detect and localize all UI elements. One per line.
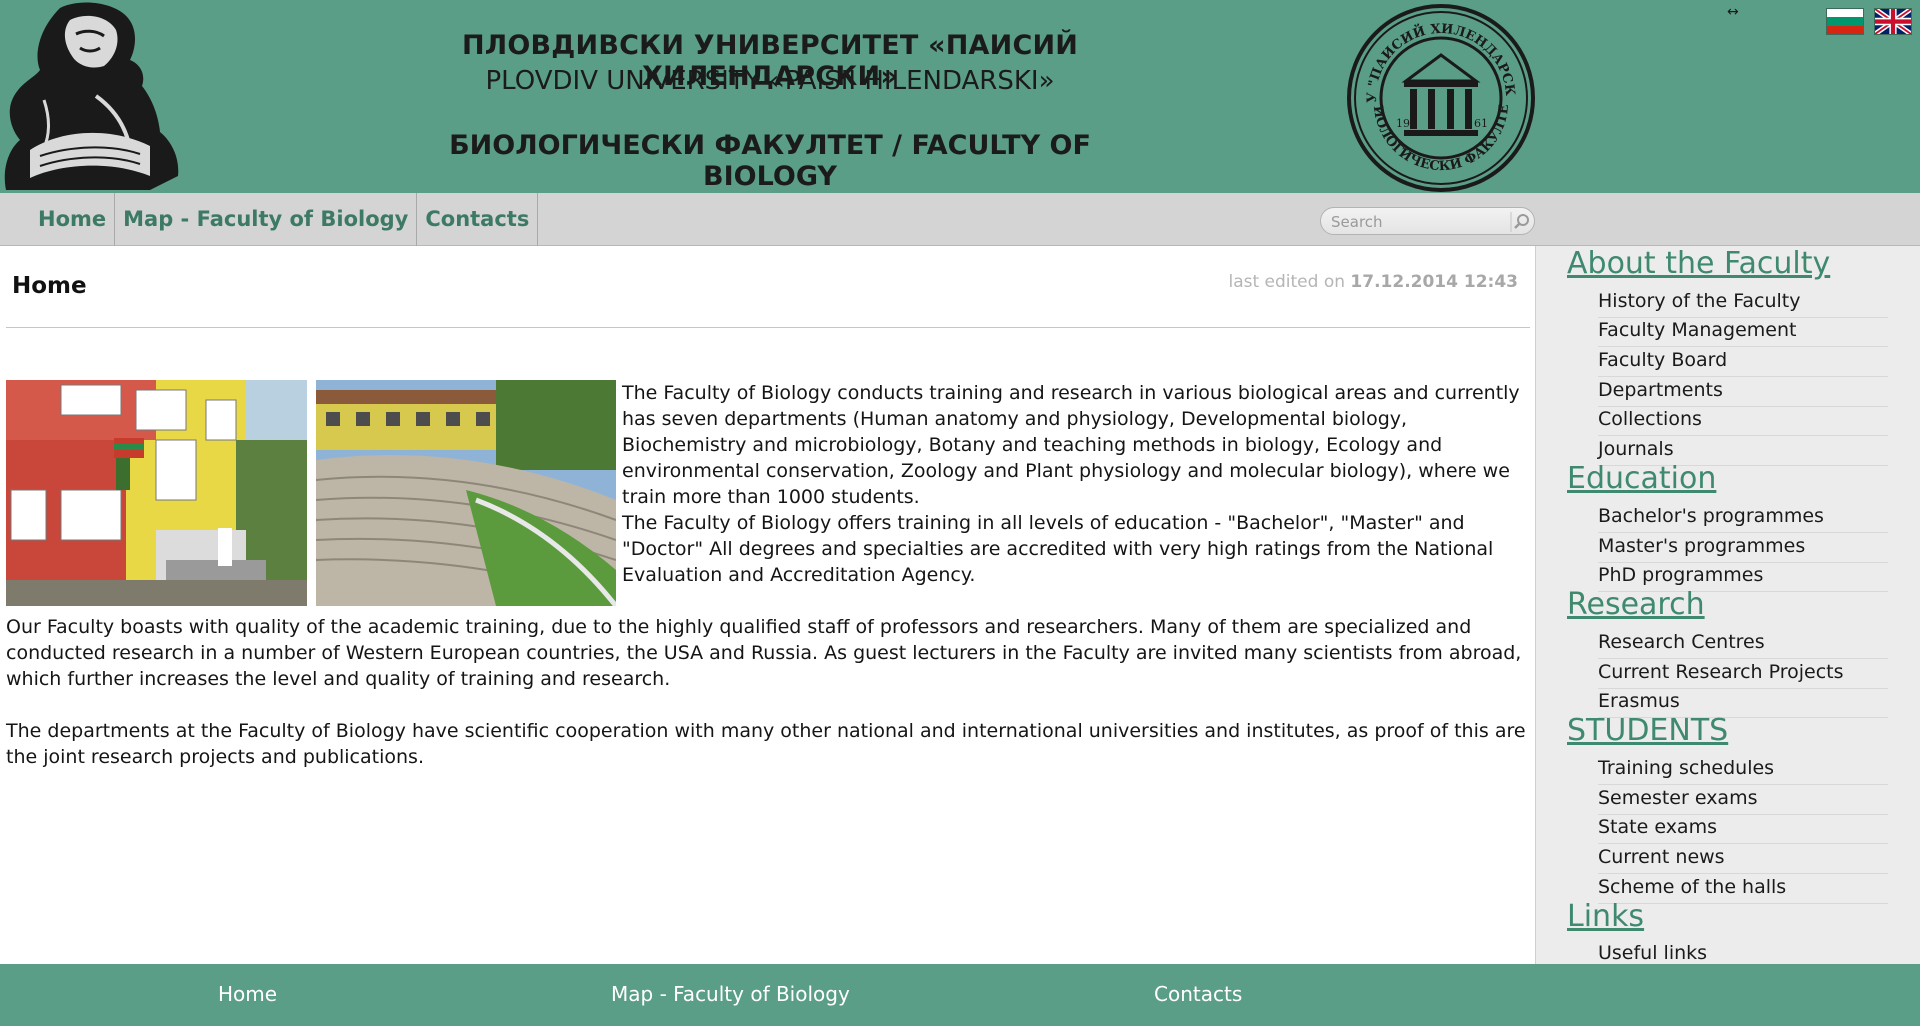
faculty-seal-icon: ПУ "ПАИСИЙ ХИЛЕНДАРСКИ" БИОЛОГИЧЕСКИ ФАК… <box>1346 3 1535 192</box>
quality-paragraph: Our Faculty boasts with quality of the a… <box>6 616 1522 690</box>
last-edited-prefix: last edited on <box>1228 272 1346 292</box>
footer-link-home[interactable]: Home <box>218 982 277 1006</box>
bulgarian-flag-icon[interactable] <box>1826 8 1864 35</box>
scholar-logo-icon[interactable] <box>0 0 190 193</box>
main-nav: Home Map - Faculty of Biology Contacts <box>0 193 1920 246</box>
sidebar-item-state-exams[interactable]: State exams <box>1598 814 1888 844</box>
resize-icon[interactable]: ↔ <box>1727 4 1739 20</box>
last-edited: last edited on 17.12.2014 12:43 <box>1228 272 1518 292</box>
svg-text:ПУ "ПАИСИЙ ХИЛЕНДАРСКИ": ПУ "ПАИСИЙ ХИЛЕНДАРСКИ" <box>1346 3 1517 103</box>
search-box <box>1320 207 1535 235</box>
sidebar-item-research-projects[interactable]: Current Research Projects <box>1598 659 1888 689</box>
page-title: Home <box>12 273 87 299</box>
university-title-en: PLOVDIV UNIVERSITY «PAISII HILENDARSKI» <box>485 66 1055 96</box>
nav-item-map[interactable]: Map - Faculty of Biology <box>115 193 418 246</box>
sidebar-item-bachelor[interactable]: Bachelor's programmes <box>1598 503 1888 533</box>
svg-text:19: 19 <box>1396 117 1410 130</box>
sidebar-item-management[interactable]: Faculty Management <box>1598 317 1888 347</box>
sidebar-section-links[interactable]: Links <box>1567 899 1644 934</box>
title-divider <box>6 327 1530 328</box>
sidebar-item-training-schedules[interactable]: Training schedules <box>1598 755 1888 785</box>
sidebar-section-students[interactable]: STUDENTS <box>1567 713 1728 748</box>
uk-flag-icon[interactable] <box>1874 8 1912 35</box>
footer-link-map[interactable]: Map - Faculty of Biology <box>611 982 850 1006</box>
sidebar-item-master[interactable]: Master's programmes <box>1598 533 1888 563</box>
footer-link-contacts[interactable]: Contacts <box>1154 982 1242 1006</box>
nav-item-contacts[interactable]: Contacts <box>417 193 539 246</box>
nav-item-home[interactable]: Home <box>30 193 116 246</box>
sidebar-item-semester-exams[interactable]: Semester exams <box>1598 785 1888 815</box>
sidebar-item-research-centres[interactable]: Research Centres <box>1598 629 1888 659</box>
sidebar: About the Faculty History of the Faculty… <box>1535 246 1920 964</box>
sidebar-item-departments[interactable]: Departments <box>1598 377 1888 407</box>
sidebar-section-education[interactable]: Education <box>1567 461 1716 496</box>
faculty-title: БИОЛОГИЧЕСКИ ФАКУЛТЕТ / FACULTY OF BIOLO… <box>449 130 1091 192</box>
search-input[interactable] <box>1331 211 1501 233</box>
last-edited-date: 17.12.2014 12:43 <box>1350 272 1518 292</box>
site-footer: Home Map - Faculty of Biology Contacts <box>0 964 1920 1026</box>
search-icon[interactable] <box>1509 210 1533 234</box>
cooperation-paragraph: The departments at the Faculty of Biolog… <box>6 720 1526 768</box>
intro-paragraph: The Faculty of Biology conducts training… <box>622 382 1520 508</box>
svg-text:61: 61 <box>1474 117 1488 130</box>
nav-items: Home Map - Faculty of Biology Contacts <box>30 193 539 246</box>
amphitheatre-photo <box>316 380 616 606</box>
sidebar-item-current-news[interactable]: Current news <box>1598 844 1888 874</box>
main-content: Home last edited on 17.12.2014 12:43 The… <box>6 246 1530 964</box>
sidebar-item-collections[interactable]: Collections <box>1598 406 1888 436</box>
sidebar-item-board[interactable]: Faculty Board <box>1598 347 1888 377</box>
faculty-building-photo <box>6 380 307 606</box>
sidebar-item-history[interactable]: History of the Faculty <box>1598 288 1888 318</box>
sidebar-section-research[interactable]: Research <box>1567 587 1705 622</box>
site-header: ПЛОВДИВСКИ УНИВЕРСИТЕТ «ПАИСИЙ ХИЛЕНДАРС… <box>0 0 1920 193</box>
sidebar-section-about[interactable]: About the Faculty <box>1567 246 1830 281</box>
education-paragraph: The Faculty of Biology offers training i… <box>622 512 1494 586</box>
